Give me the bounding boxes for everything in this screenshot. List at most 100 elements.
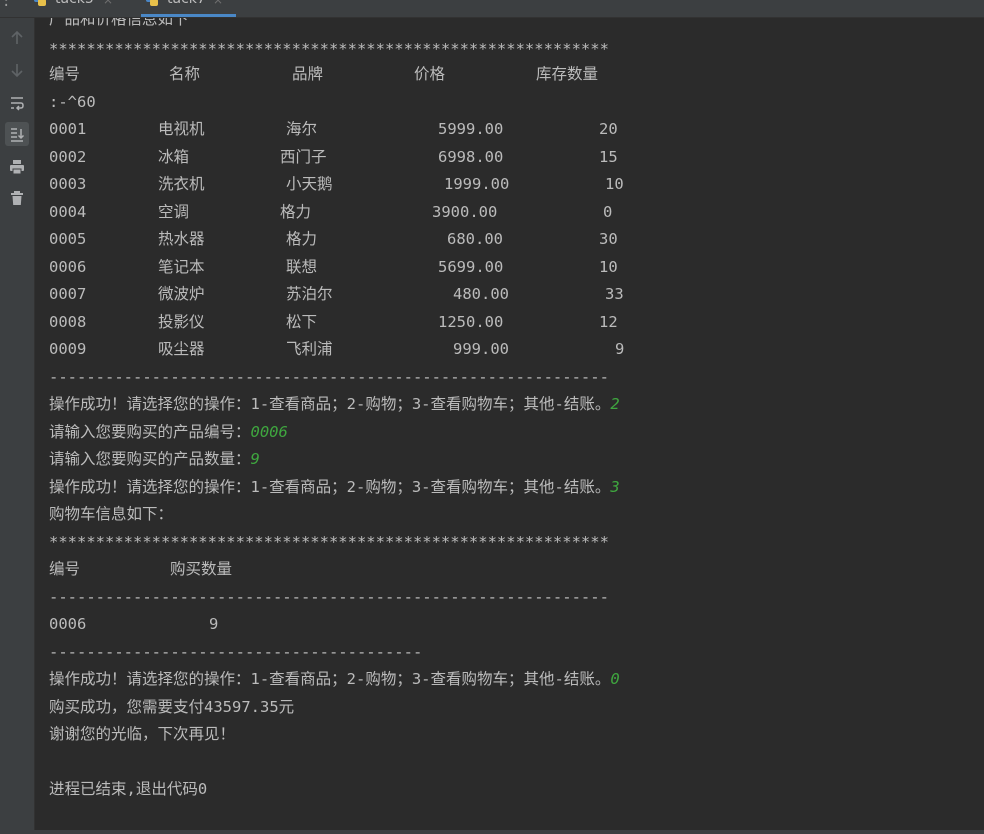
row-id: 0005	[49, 230, 87, 248]
separator-dashes: ----------------------------------------…	[49, 588, 609, 606]
row-brand: 海尔	[286, 120, 318, 138]
row-id: 0002	[49, 148, 87, 166]
trash-icon[interactable]	[5, 186, 29, 210]
row-stock: 0	[603, 203, 613, 221]
print-icon[interactable]	[5, 155, 29, 179]
row-stock: 15	[599, 148, 618, 166]
row-stock: 10	[605, 175, 624, 193]
row-price: 5699.00	[438, 258, 504, 276]
user-input: 0	[610, 670, 620, 688]
row-name: 电视机	[158, 120, 205, 138]
separator-stars: ****************************************…	[49, 40, 609, 58]
header-text: 产品和价格信息如下	[49, 18, 189, 28]
tab-tack7[interactable]: tack7 ×	[141, 0, 236, 17]
arrow-up-icon[interactable]	[5, 26, 29, 50]
tab-label: tack7	[167, 0, 206, 7]
row-brand: 西门子	[280, 148, 327, 166]
format-spec-line: :-^60	[49, 93, 96, 111]
user-input: 9	[250, 450, 260, 468]
product-id-prompt: 请输入您要购买的产品编号：	[49, 423, 251, 441]
bottom-status-edge	[0, 830, 984, 834]
row-price: 1250.00	[438, 313, 504, 331]
menu-prompt: 操作成功！请选择您的操作：1-查看商品；2-购物；3-查看购物车；其他-结账。	[49, 478, 611, 496]
row-stock: 33	[605, 285, 624, 303]
row-stock: 12	[599, 313, 618, 331]
row-stock: 30	[599, 230, 618, 248]
console-line: 请输入您要购买的产品编号：0006	[49, 422, 288, 442]
active-tab-indicator	[141, 14, 236, 17]
row-stock: 9	[615, 340, 625, 358]
row-id: 0009	[49, 340, 87, 358]
column-header-price: 价格	[414, 65, 446, 83]
tab-overflow-indicator[interactable]: :	[2, 0, 10, 10]
cart-column-id: 编号	[49, 560, 81, 578]
scroll-to-end-icon[interactable]	[5, 122, 29, 146]
cart-column-qty: 购买数量	[170, 560, 233, 578]
run-toolbar	[0, 18, 35, 834]
separator-short-dashes: ----------------------------------------	[49, 643, 423, 661]
payment-message: 购买成功，您需要支付43597.35元	[49, 698, 295, 716]
row-name: 笔记本	[158, 258, 205, 276]
separator-stars: ****************************************…	[49, 533, 609, 551]
user-input: 2	[610, 395, 620, 413]
row-id: 0001	[49, 120, 87, 138]
row-brand: 格力	[280, 203, 312, 221]
row-stock: 20	[599, 120, 618, 138]
console-line: 请输入您要购买的产品数量：9	[49, 449, 260, 469]
row-price: 999.00	[453, 340, 509, 358]
editor-tab-bar: : tack5 × tack7 ×	[0, 0, 984, 18]
console-line: 操作成功！请选择您的操作：1-查看商品；2-购物；3-查看购物车；其他-结账。2	[49, 394, 620, 414]
row-name: 吸尘器	[158, 340, 205, 358]
tab-tack5[interactable]: tack5 ×	[33, 0, 123, 17]
close-tab-icon[interactable]: ×	[103, 0, 113, 7]
row-name: 洗衣机	[158, 175, 205, 193]
row-id: 0006	[49, 258, 87, 276]
column-header-id: 编号	[49, 65, 81, 83]
column-header-stock: 库存数量	[536, 65, 599, 83]
row-brand: 松下	[286, 313, 318, 331]
separator-dashes: ----------------------------------------…	[49, 368, 609, 386]
console-line: 操作成功！请选择您的操作：1-查看商品；2-购物；3-查看购物车；其他-结账。3	[49, 477, 620, 497]
row-id: 0004	[49, 203, 87, 221]
arrow-down-icon[interactable]	[5, 58, 29, 82]
row-price: 6998.00	[438, 148, 504, 166]
cart-row-id: 0006	[49, 615, 87, 633]
row-name: 冰箱	[158, 148, 190, 166]
row-id: 0007	[49, 285, 87, 303]
row-name: 热水器	[158, 230, 205, 248]
row-brand: 飞利浦	[286, 340, 333, 358]
run-console-output[interactable]: 产品和价格信息如下 ******************************…	[35, 18, 984, 832]
row-brand: 小天鹅	[286, 175, 333, 193]
row-name: 空调	[158, 203, 190, 221]
row-name: 投影仪	[158, 313, 205, 331]
row-brand: 苏泊尔	[286, 285, 333, 303]
python-file-icon	[33, 0, 47, 7]
close-tab-icon[interactable]: ×	[213, 0, 223, 7]
soft-wrap-icon[interactable]	[5, 91, 29, 115]
tab-label: tack5	[55, 0, 94, 7]
row-brand: 联想	[286, 258, 318, 276]
column-header-brand: 品牌	[292, 65, 324, 83]
row-price: 680.00	[447, 230, 503, 248]
cart-title: 购物车信息如下：	[49, 505, 174, 523]
row-price: 480.00	[453, 285, 509, 303]
thanks-message: 谢谢您的光临，下次再见！	[49, 725, 236, 743]
cart-row-qty: 9	[209, 615, 219, 633]
process-exit-message: 进程已结束,退出代码0	[49, 780, 208, 798]
python-file-icon	[145, 0, 159, 7]
row-id: 0003	[49, 175, 87, 193]
row-brand: 格力	[286, 230, 318, 248]
row-name: 微波炉	[158, 285, 205, 303]
menu-prompt: 操作成功！请选择您的操作：1-查看商品；2-购物；3-查看购物车；其他-结账。	[49, 395, 611, 413]
row-stock: 10	[599, 258, 618, 276]
console-line: 操作成功！请选择您的操作：1-查看商品；2-购物；3-查看购物车；其他-结账。0	[49, 669, 620, 689]
user-input: 3	[610, 478, 620, 496]
row-price: 5999.00	[438, 120, 504, 138]
user-input: 0006	[250, 423, 288, 441]
quantity-prompt: 请输入您要购买的产品数量：	[49, 450, 251, 468]
row-price: 3900.00	[432, 203, 498, 221]
menu-prompt: 操作成功！请选择您的操作：1-查看商品；2-购物；3-查看购物车；其他-结账。	[49, 670, 611, 688]
row-id: 0008	[49, 313, 87, 331]
column-header-name: 名称	[169, 65, 201, 83]
row-price: 1999.00	[444, 175, 510, 193]
